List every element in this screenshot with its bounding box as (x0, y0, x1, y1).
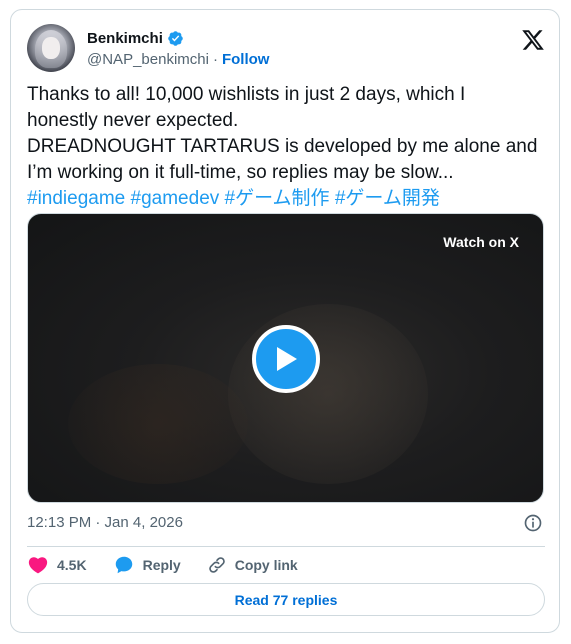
info-icon[interactable] (523, 513, 543, 533)
tweet-card: Benkimchi @NAP_benkimchi · Follow Thanks… (10, 9, 560, 633)
like-count: 4.5K (57, 557, 87, 573)
tweet-line-2: honestly never expected. (27, 110, 239, 131)
x-logo-icon[interactable] (521, 28, 545, 52)
author-handle[interactable]: @NAP_benkimchi (87, 51, 209, 68)
timestamp[interactable]: 12:13 PM · Jan 4, 2026 (27, 514, 183, 531)
tweet-meta: 12:13 PM · Jan 4, 2026 (27, 514, 545, 534)
hashtag-game-seisaku[interactable]: #ゲーム制作 (225, 188, 330, 209)
hashtag-line: #indiegame #gamedev #ゲーム制作 #ゲーム開発 (27, 186, 547, 212)
play-button[interactable] (252, 325, 320, 393)
read-replies-button[interactable]: Read 77 replies (27, 583, 545, 616)
heart-icon (28, 557, 48, 574)
verified-badge-icon (167, 30, 184, 47)
tweet-line-3: DREADNOUGHT TARTARUS is developed by me … (27, 136, 538, 157)
like-button[interactable]: 4.5K (27, 554, 87, 576)
tweet-line-4: I’m working on it full-time, so replies … (27, 162, 454, 183)
divider (27, 546, 545, 547)
tweet-header: Benkimchi @NAP_benkimchi · Follow (27, 24, 545, 72)
copy-link-label: Copy link (234, 557, 298, 573)
follow-button[interactable]: Follow (222, 51, 270, 68)
hashtag-gamedev[interactable]: #gamedev (131, 188, 220, 209)
video-media[interactable]: Watch on X (27, 213, 544, 503)
watch-on-x-label[interactable]: Watch on X (443, 234, 519, 250)
author-name-row: Benkimchi (87, 30, 184, 47)
avatar[interactable] (27, 24, 75, 72)
hashtag-indiegame[interactable]: #indiegame (27, 188, 125, 209)
action-bar: 4.5K Reply Copy link (27, 553, 324, 577)
separator-dot: · (212, 51, 218, 68)
link-icon (208, 557, 225, 573)
hashtag-game-kaihatsu[interactable]: #ゲーム開発 (335, 188, 440, 209)
author-name[interactable]: Benkimchi (87, 30, 163, 47)
reply-bubble-icon (115, 556, 132, 574)
play-icon (277, 347, 297, 371)
tweet-text: Thanks to all! 10,000 wishlists in just … (27, 82, 547, 212)
copy-link-button[interactable]: Copy link (207, 555, 298, 575)
reply-button[interactable]: Reply (113, 554, 181, 576)
tweet-line-1: Thanks to all! 10,000 wishlists in just … (27, 84, 466, 105)
reply-label: Reply (142, 557, 181, 573)
author-handle-row: @NAP_benkimchi · Follow (87, 51, 269, 68)
